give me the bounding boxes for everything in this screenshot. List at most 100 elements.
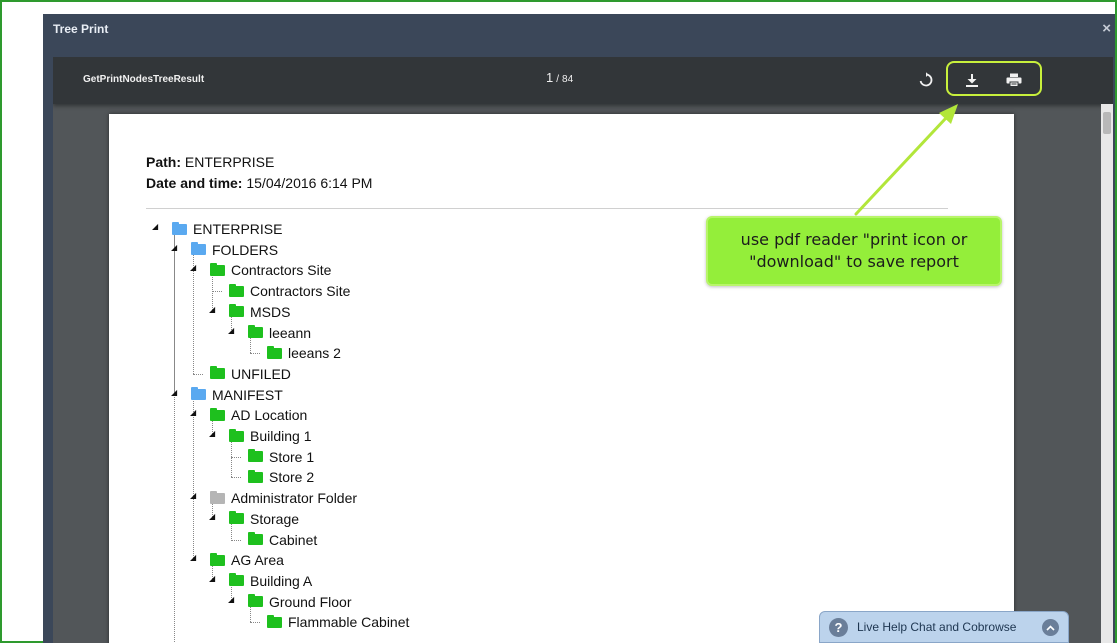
page-separator: / — [556, 74, 560, 85]
folder-icon — [229, 428, 244, 442]
expand-toggle-icon[interactable]: ◢ — [209, 430, 217, 438]
tree-node-label: Contractors Site — [250, 283, 351, 300]
folder-tree: ◢ ENTERPRISE ◢ FOLDERS ◢ Contractors Site Cont… — [109, 114, 1014, 643]
tree-node-label: Building A — [250, 572, 313, 589]
callout-text: use pdf reader "print icon or "download"… — [724, 229, 984, 273]
tree-node[interactable]: Store 1 — [248, 448, 314, 466]
folder-icon — [248, 469, 263, 483]
pdf-toolbar: GetPrintNodesTreeResult 1/84 — [53, 57, 1113, 104]
tree-node[interactable]: ◢ FOLDERS — [171, 241, 279, 259]
tree-node[interactable]: ◢ Building 1 — [209, 427, 312, 445]
expand-toggle-icon[interactable]: ◢ — [209, 305, 217, 314]
tree-node[interactable]: ◢ MANIFEST — [171, 386, 283, 404]
question-icon: ? — [829, 617, 848, 637]
tree-node-label: MSDS — [250, 303, 291, 320]
folder-icon — [267, 614, 282, 628]
tree-node-label: Administrator Folder — [231, 490, 358, 507]
tree-node-label: UNFILED — [231, 365, 291, 382]
tree-connector — [250, 622, 260, 624]
tree-node[interactable]: ◢ MSDS — [209, 303, 291, 321]
tree-node-label: Contractors Site — [231, 262, 332, 279]
expand-toggle-icon[interactable]: ◢ — [171, 243, 179, 252]
document-name: GetPrintNodesTreeResult — [83, 74, 205, 85]
callout-line-1: use pdf reader "print icon or — [740, 230, 968, 249]
tree-node-label: Store 1 — [269, 448, 315, 465]
folder-icon — [210, 407, 225, 421]
current-page[interactable]: 1 — [546, 70, 553, 85]
rotate-icon[interactable] — [917, 70, 935, 90]
tree-node[interactable]: Store 2 — [248, 468, 314, 486]
folder-icon — [248, 325, 263, 338]
folder-icon — [229, 573, 244, 587]
folder-icon — [229, 511, 244, 525]
live-help-button[interactable]: ? Live Help Chat and Cobrowse — [819, 611, 1069, 643]
tree-node-label: Flammable Cabinet — [288, 614, 410, 631]
tree-node[interactable]: ◢ AD Location — [190, 406, 308, 424]
tree-node-label: FOLDERS — [212, 241, 279, 258]
folder-icon — [248, 449, 263, 463]
folder-icon — [172, 221, 187, 235]
folder-icon — [191, 242, 206, 256]
tree-node-label: leeann — [269, 324, 312, 341]
tree-node-label: leeans 2 — [288, 345, 341, 362]
folder-icon — [248, 594, 263, 608]
tree-node[interactable]: ◢ Building A — [209, 572, 313, 590]
total-pages: 84 — [562, 74, 574, 85]
tree-node[interactable]: Cabinet — [248, 531, 317, 549]
tree-node[interactable]: ◢ ENTERPRISE — [152, 220, 283, 238]
expand-toggle-icon[interactable]: ◢ — [190, 554, 198, 562]
tree-connector — [231, 477, 241, 479]
pdf-viewer: GetPrintNodesTreeResult 1/84 Path: ENTER… — [53, 57, 1113, 643]
tree-node[interactable]: ◢ Administrator Folder — [190, 489, 358, 507]
expand-toggle-icon[interactable]: ◢ — [152, 223, 160, 231]
tree-node[interactable]: leeans 2 — [267, 344, 341, 362]
tree-node-label: AD Location — [231, 407, 308, 424]
expand-toggle-icon[interactable]: ◢ — [190, 492, 198, 500]
expand-toggle-icon[interactable]: ◢ — [171, 388, 179, 397]
close-icon[interactable]: × — [1102, 20, 1111, 37]
tree-connector — [250, 353, 260, 355]
tree-node[interactable]: UNFILED — [210, 365, 291, 383]
folder-icon — [210, 366, 225, 380]
folder-icon — [191, 387, 206, 401]
print-icon[interactable] — [1003, 69, 1025, 91]
folder-icon — [210, 490, 225, 504]
pdf-page: Path: ENTERPRISE Date and time: 15/04/20… — [109, 114, 1014, 643]
tree-connector — [231, 456, 241, 458]
expand-toggle-icon[interactable]: ◢ — [190, 264, 198, 272]
tree-node[interactable]: ◢ AG Area — [190, 551, 284, 569]
tree-node[interactable]: ◢ Contractors Site — [190, 261, 332, 279]
dialog-title: Tree Print — [53, 22, 109, 36]
tree-node-label: Storage — [250, 510, 300, 527]
tree-node[interactable]: ◢ Storage — [209, 510, 300, 528]
tree-connector — [193, 397, 194, 561]
tree-node-label: Cabinet — [269, 531, 318, 548]
tree-node[interactable]: Contractors Site — [229, 282, 350, 300]
tree-connector — [212, 291, 222, 293]
expand-toggle-icon[interactable]: ◢ — [209, 574, 217, 583]
folder-icon — [229, 304, 244, 318]
tree-connector — [193, 373, 203, 375]
page-counter: 1/84 — [546, 70, 573, 85]
folder-icon — [248, 532, 263, 545]
folder-icon — [267, 345, 282, 359]
expand-toggle-icon[interactable]: ◢ — [228, 595, 236, 604]
annotation-callout: use pdf reader "print icon or "download"… — [706, 216, 1002, 286]
vertical-scrollbar[interactable] — [1101, 104, 1113, 643]
tree-node-label: Ground Floor — [269, 593, 352, 610]
expand-toggle-icon[interactable]: ◢ — [228, 326, 236, 335]
live-help-label: Live Help Chat and Cobrowse — [857, 620, 1017, 634]
download-icon[interactable] — [961, 69, 983, 91]
expand-toggle-icon[interactable]: ◢ — [209, 512, 217, 521]
folder-icon — [210, 552, 225, 566]
scroll-thumb[interactable] — [1103, 112, 1111, 134]
tree-node[interactable]: Flammable Cabinet — [267, 613, 409, 631]
tree-node-label: ENTERPRISE — [193, 221, 283, 237]
folder-icon — [229, 283, 244, 297]
tree-print-dialog: Tree Print × GetPrintNodesTreeResult 1/8… — [43, 14, 1115, 643]
chevron-up-icon[interactable] — [1042, 619, 1059, 636]
tree-node[interactable]: ◢ Ground Floor — [228, 593, 352, 611]
tree-node[interactable]: ◢ leeann — [228, 324, 312, 342]
expand-toggle-icon[interactable]: ◢ — [190, 409, 198, 417]
tree-connector — [174, 232, 175, 643]
